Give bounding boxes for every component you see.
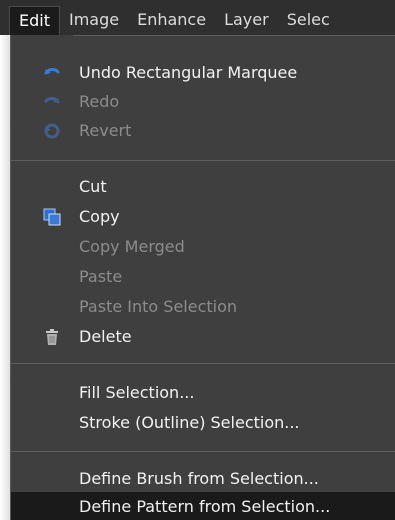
menu-item-label: Define Brush from Selection... <box>79 469 319 488</box>
menu-item-undo[interactable]: Undo Rectangular Marquee <box>11 58 395 88</box>
menu-item-label: Paste <box>79 267 123 286</box>
menu-separator <box>11 363 395 364</box>
menu-item-copy[interactable]: Copy <box>11 202 395 232</box>
trash-icon <box>43 328 61 346</box>
menu-layer[interactable]: Layer <box>215 6 278 34</box>
menu-item-stroke-selection[interactable]: Stroke (Outline) Selection... <box>11 408 395 438</box>
menu-item-cut[interactable]: Cut <box>11 172 395 202</box>
menu-image[interactable]: Image <box>60 6 128 34</box>
menu-item-label: Delete <box>79 327 132 346</box>
menu-item-label: Revert <box>79 121 132 140</box>
menu-item-label: Copy <box>79 207 120 226</box>
menu-item-copy-merged[interactable]: Copy Merged <box>11 232 395 262</box>
menu-item-label: Copy Merged <box>79 237 185 256</box>
menu-edit[interactable]: Edit <box>9 5 60 35</box>
menu-item-define-brush[interactable]: Define Brush from Selection... <box>11 464 395 494</box>
menu-item-paste[interactable]: Paste <box>11 262 395 292</box>
copy-icon <box>43 208 61 226</box>
menu-item-redo[interactable]: Redo <box>11 87 395 117</box>
menu-separator <box>11 451 395 452</box>
menu-enhance[interactable]: Enhance <box>128 6 215 34</box>
menu-dropdown-top <box>73 35 395 56</box>
menu-item-fill-selection[interactable]: Fill Selection... <box>11 378 395 408</box>
menu-item-label: Define Pattern from Selection... <box>79 497 331 516</box>
window-edge-shadow <box>0 35 10 520</box>
menu-separator <box>11 160 395 161</box>
menu-bar: Edit Image Enhance Layer Selec <box>0 0 395 35</box>
menu-item-delete[interactable]: Delete <box>11 322 395 352</box>
menu-item-define-pattern[interactable]: Define Pattern from Selection... <box>11 492 395 520</box>
menu-item-revert[interactable]: Revert <box>11 116 395 146</box>
menu-item-label: Stroke (Outline) Selection... <box>79 413 300 432</box>
menu-item-label: Paste Into Selection <box>79 297 238 316</box>
menu-item-label: Cut <box>79 177 107 196</box>
menu-select[interactable]: Selec <box>278 6 339 34</box>
menu-tab-connector <box>10 35 74 56</box>
menu-item-label: Fill Selection... <box>79 383 195 402</box>
menu-item-label: Redo <box>79 92 120 111</box>
menu-item-label: Undo Rectangular Marquee <box>79 63 298 82</box>
revert-icon <box>43 122 61 140</box>
menu-item-paste-into-selection[interactable]: Paste Into Selection <box>11 292 395 322</box>
redo-icon <box>43 93 61 111</box>
undo-icon <box>43 64 61 82</box>
